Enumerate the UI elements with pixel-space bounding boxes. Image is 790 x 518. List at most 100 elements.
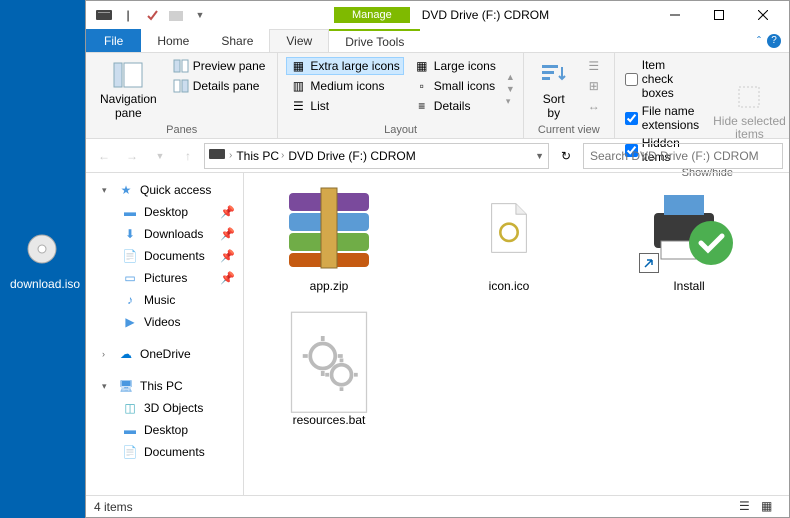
nav-this-pc[interactable]: ▾🖥This PC	[86, 375, 243, 397]
file-label: Install	[624, 279, 754, 293]
cloud-icon: ☁	[118, 346, 134, 362]
desktop-icon: ▬	[122, 204, 138, 220]
qat-properties-icon[interactable]	[142, 5, 162, 25]
up-button[interactable]: ↑	[176, 144, 200, 168]
file-label: app.zip	[264, 279, 394, 293]
layout-scroll-up-icon[interactable]: ▲	[506, 72, 515, 82]
shortcut-arrow-icon	[639, 253, 659, 273]
breadcrumb-location[interactable]: DVD Drive (F:) CDROM	[288, 149, 415, 163]
large-icons-view-icon[interactable]: ▦	[761, 499, 781, 515]
nav-music[interactable]: ♪Music	[86, 289, 243, 311]
collapse-icon[interactable]: ▾	[102, 185, 112, 196]
group-by-icon[interactable]: ☰	[582, 57, 606, 75]
file-resources-bat[interactable]: resources.bat	[264, 317, 394, 427]
address-box[interactable]: › This PC› DVD Drive (F:) CDROM ▼	[204, 143, 549, 169]
pictures-icon: ▭	[122, 270, 138, 286]
size-columns-icon[interactable]: ↔	[582, 97, 606, 115]
add-columns-icon[interactable]: ⊞	[582, 77, 606, 95]
extra-large-icons-button[interactable]: ▦Extra large icons	[286, 57, 403, 75]
nav-3d-objects[interactable]: ◫3D Objects	[86, 397, 243, 419]
nav-desktop[interactable]: ▬Desktop📌	[86, 201, 243, 223]
desktop-icon: ▬	[122, 422, 138, 438]
panes-label: Panes	[94, 122, 269, 136]
details-view-icon[interactable]: ☰	[739, 499, 759, 515]
downloads-icon: ⬇	[122, 226, 138, 242]
recent-dropdown-icon[interactable]: ▼	[148, 144, 172, 168]
search-box[interactable]	[583, 143, 783, 169]
nav-pictures[interactable]: ▭Pictures📌	[86, 267, 243, 289]
explorer-window: | ▼ Manage DVD Drive (F:) CDROM File Hom…	[85, 0, 790, 518]
file-icon-ico[interactable]: icon.ico	[444, 183, 574, 293]
layout-scroll-down-icon[interactable]: ▼	[506, 84, 515, 94]
medium-icons-button[interactable]: ▥Medium icons	[286, 77, 403, 95]
layout-expand-icon[interactable]: ▾	[506, 96, 515, 107]
chevron-right-icon[interactable]: ›	[281, 150, 284, 161]
list-button[interactable]: ☰List	[286, 97, 403, 115]
nav-pc-desktop[interactable]: ▬Desktop	[86, 419, 243, 441]
qat-dropdown-icon[interactable]: ▼	[190, 5, 210, 25]
nav-onedrive[interactable]: ›☁OneDrive	[86, 343, 243, 365]
3d-icon: ◫	[122, 400, 138, 416]
navigation-pane-button[interactable]: Navigation pane	[94, 57, 163, 122]
pin-icon: 📌	[220, 227, 235, 241]
forward-button[interactable]: →	[120, 144, 144, 168]
file-extensions-toggle[interactable]: File name extensions	[623, 103, 701, 133]
sort-by-button[interactable]: Sort by	[532, 57, 576, 122]
star-icon: ★	[118, 182, 134, 198]
refresh-button[interactable]: ↻	[553, 143, 579, 169]
minimize-button[interactable]	[653, 1, 697, 29]
back-button[interactable]: ←	[92, 144, 116, 168]
videos-icon: ▶	[122, 314, 138, 330]
drive-icon	[94, 5, 114, 25]
small-icons-button[interactable]: ▫Small icons	[410, 77, 500, 95]
nav-pc-documents[interactable]: 📄Documents	[86, 441, 243, 463]
view-tab[interactable]: View	[269, 29, 329, 52]
address-bar: ← → ▼ ↑ › This PC› DVD Drive (F:) CDROM …	[86, 139, 789, 173]
file-app-zip[interactable]: app.zip	[264, 183, 394, 293]
nav-documents[interactable]: 📄Documents📌	[86, 245, 243, 267]
details-pane-button[interactable]: Details pane	[169, 77, 270, 95]
nav-videos[interactable]: ▶Videos	[86, 311, 243, 333]
ribbon: Navigation pane Preview pane Details pan…	[86, 53, 789, 139]
file-install[interactable]: Install	[624, 183, 754, 293]
music-icon: ♪	[122, 292, 138, 308]
search-input[interactable]	[584, 149, 782, 163]
qat-new-folder-icon[interactable]	[166, 5, 186, 25]
chevron-right-icon[interactable]: ›	[229, 150, 232, 161]
documents-icon: 📄	[122, 444, 138, 460]
details-pane-icon	[173, 78, 189, 94]
printer-shortcut-icon	[639, 183, 739, 273]
large-icons-button[interactable]: ▦Large icons	[410, 57, 500, 75]
address-dropdown-icon[interactable]: ▼	[535, 151, 544, 161]
nav-quick-access[interactable]: ▾★Quick access	[86, 179, 243, 201]
collapse-icon[interactable]: ▾	[102, 381, 112, 392]
details-view-button[interactable]: ≡Details	[410, 97, 500, 115]
item-checkboxes-toggle[interactable]: Item check boxes	[623, 57, 701, 101]
maximize-button[interactable]	[697, 1, 741, 29]
current-view-label: Current view	[532, 122, 606, 136]
desktop-file[interactable]: download.iso	[10, 225, 74, 291]
file-list[interactable]: app.zip icon.ico Install resources.bat	[244, 173, 789, 495]
pin-icon: 📌	[220, 271, 235, 285]
share-tab[interactable]: Share	[205, 29, 269, 52]
layout-group: ▦Extra large icons ▥Medium icons ☰List ▦…	[278, 53, 523, 138]
large-icon: ▦	[414, 58, 430, 74]
navigation-pane-icon	[112, 59, 144, 91]
file-tab[interactable]: File	[86, 29, 141, 52]
pin-icon: 📌	[220, 205, 235, 219]
list-icon: ☰	[290, 98, 306, 114]
expand-icon[interactable]: ›	[102, 349, 112, 359]
manage-context-tab[interactable]: Manage	[334, 7, 410, 23]
close-button[interactable]	[741, 1, 785, 29]
preview-pane-button[interactable]: Preview pane	[169, 57, 270, 75]
help-icon[interactable]: ?	[767, 34, 781, 48]
drive-tools-tab[interactable]: Drive Tools	[329, 29, 420, 52]
pc-icon: 🖥	[118, 378, 134, 394]
home-tab[interactable]: Home	[141, 29, 205, 52]
nav-downloads[interactable]: ⬇Downloads📌	[86, 223, 243, 245]
iso-icon	[18, 225, 66, 273]
medium-icon: ▥	[290, 78, 306, 94]
collapse-ribbon-icon[interactable]: ˆ	[757, 34, 761, 48]
breadcrumb-this-pc[interactable]: This PC›	[236, 149, 284, 163]
qat-sep: |	[118, 5, 138, 25]
